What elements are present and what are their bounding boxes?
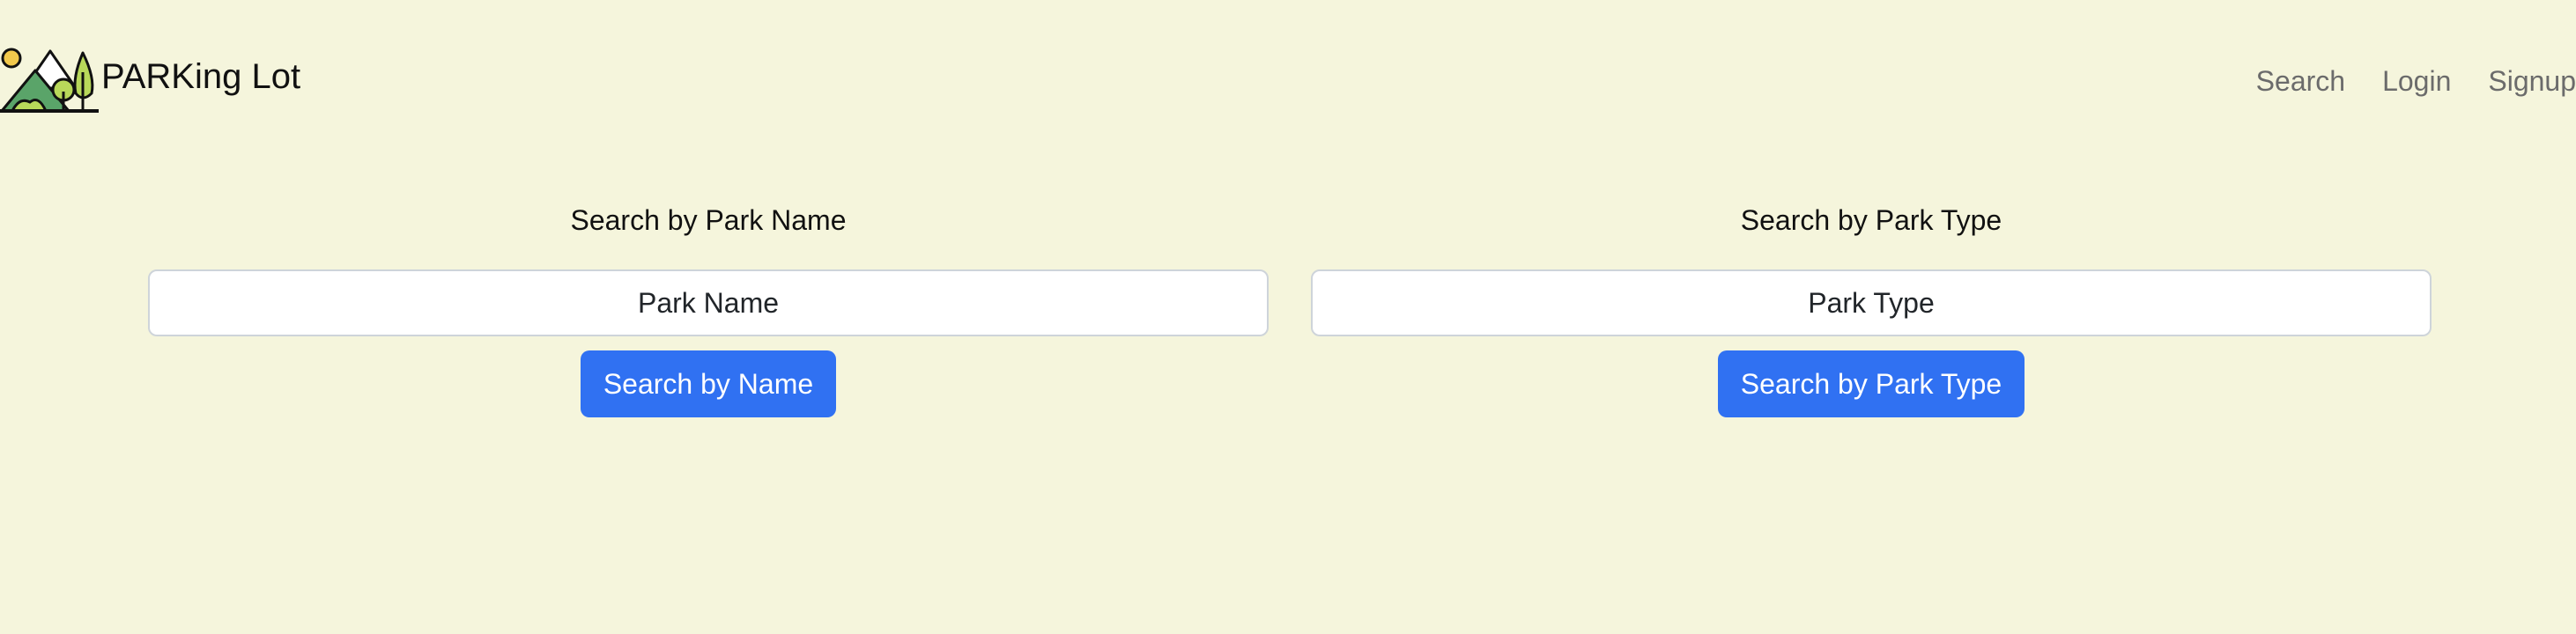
park-type-input[interactable] [1311, 269, 2432, 336]
nav-links: Search Login Signup [2219, 63, 2576, 99]
brand-link[interactable]: PARKing Lot [0, 46, 300, 116]
navbar: PARKing Lot Search Login Signup [0, 0, 2576, 150]
nav-link-signup[interactable]: Signup [2488, 65, 2576, 98]
search-by-type-button[interactable]: Search by Park Type [1717, 350, 2025, 417]
search-by-name-button[interactable]: Search by Name [580, 350, 837, 417]
search-by-name-section: Search by Park Name Search by Name [148, 194, 1269, 417]
nav-link-search[interactable]: Search [2256, 65, 2345, 98]
search-by-type-section: Search by Park Type Search by Park Type [1311, 194, 2432, 417]
search-by-type-title: Search by Park Type [1740, 204, 2002, 236]
park-name-input[interactable] [148, 269, 1269, 336]
brand-name: PARKing Lot [101, 57, 301, 96]
park-logo-icon [0, 48, 99, 113]
search-by-name-title: Search by Park Name [570, 204, 847, 236]
nav-link-login[interactable]: Login [2382, 65, 2451, 98]
